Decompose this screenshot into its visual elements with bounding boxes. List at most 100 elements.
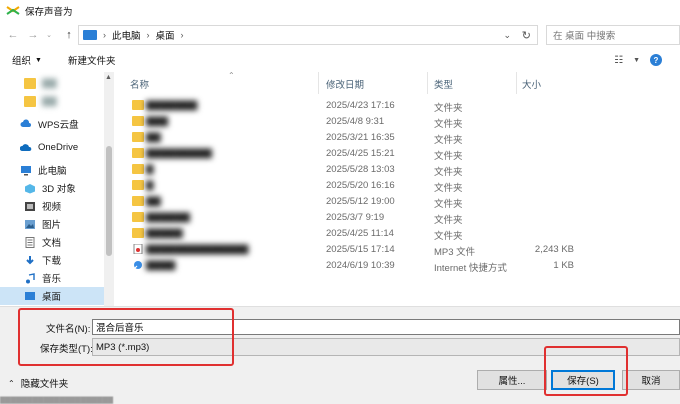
back-arrow-icon[interactable]: ← [6,28,20,42]
sidebar-item-label: 图片 [42,220,62,231]
sidebar-item-label: ▇▇ [42,95,57,107]
column-divider[interactable] [516,72,517,94]
filetype-select[interactable]: MP3 (*.mp3) [92,338,680,356]
file-type: 文件夹 [434,199,463,210]
scroll-up-arrow-icon[interactable]: ▲ [105,74,112,81]
sidebar-item-folder[interactable]: ▇▇ [0,92,104,110]
sidebar-item-videos[interactable]: 视频 [0,197,104,215]
column-header-row: ⌃ 名称 修改日期 类型 大小 [118,71,680,94]
properties-button[interactable]: 属性... [477,370,547,390]
file-row[interactable]: ▇▇▇ 2025/4/8 9:31 文件夹 [118,113,680,130]
file-type: 文件夹 [434,103,463,114]
sidebar-item-pictures[interactable]: 图片 [0,215,104,233]
file-date: 2025/5/15 17:14 [326,244,395,255]
sidebar-item-label: 视频 [42,202,62,213]
column-header-name[interactable]: 名称 [130,77,149,91]
file-row[interactable]: ▇▇▇▇▇▇▇ 2025/4/23 17:16 文件夹 [118,97,680,114]
breadcrumb-separator-icon: › [146,30,150,40]
folder-icon [24,95,36,107]
sidebar-item-documents[interactable]: 文档 [0,233,104,251]
address-history-chevron-icon[interactable]: ⌄ [503,30,511,41]
file-date: 2025/4/8 9:31 [326,116,385,127]
file-row[interactable]: ▇▇ 2025/3/21 16:35 文件夹 [118,129,680,146]
breadcrumb-item-this-pc[interactable]: 此电脑 [112,28,141,42]
breadcrumb-separator-icon: › [103,30,106,40]
hide-folders-button[interactable]: ⌃ 隐藏文件夹 [8,376,69,391]
file-type: MP3 文件 [434,247,476,258]
file-name: ▇▇ [146,196,161,207]
column-divider[interactable] [427,72,428,94]
column-header-size[interactable]: 大小 [522,77,541,91]
organize-button[interactable]: 组织 ▼ [12,53,42,67]
mp3-file-icon [133,244,143,254]
view-options-caret-icon[interactable]: ▼ [633,57,640,64]
folder-icon [132,212,144,222]
sidebar-item-desktop[interactable]: 桌面 [0,287,104,305]
chevron-up-icon: ⌃ [8,378,15,388]
save-button[interactable]: 保存(S) [551,370,615,390]
column-header-type[interactable]: 类型 [434,77,453,91]
scrollbar-thumb[interactable] [106,146,112,256]
file-row[interactable]: ▇▇▇▇▇ 2025/4/25 11:14 文件夹 [118,225,680,242]
cancel-button[interactable]: 取消 [622,370,680,390]
sidebar-item-label: 3D 对象 [42,184,76,195]
file-name: ▇▇▇▇▇▇▇▇▇ [146,148,212,159]
file-row[interactable]: ▇▇ 2025/5/12 19:00 文件夹 [118,193,680,210]
file-name: ▇▇▇ [146,116,168,127]
column-divider[interactable] [318,72,319,94]
sidebar-item-label: 桌面 [42,292,62,303]
file-type: 文件夹 [434,119,463,130]
hide-folders-label: 隐藏文件夹 [20,379,69,390]
file-row[interactable]: ▇ 2025/5/20 16:16 文件夹 [118,177,680,194]
file-date: 2025/3/21 16:35 [326,132,395,143]
shortcut-icon [133,261,142,270]
file-name: ▇▇▇▇▇▇▇▇▇▇▇▇▇▇ [146,244,249,255]
filetype-label: 保存类型(T): [40,344,93,355]
file-name: ▇▇▇▇▇▇▇ [146,100,198,111]
breadcrumb-item-desktop[interactable]: 桌面 [156,28,175,42]
sidebar-item-3d-objects[interactable]: 3D 对象 [0,179,104,197]
view-options-icon[interactable]: ☷ [614,55,623,66]
new-folder-button[interactable]: 新建文件夹 [68,53,116,67]
folder-icon [132,132,144,142]
sidebar-scrollbar[interactable]: ▲ [104,72,114,306]
window-title: 保存声音为 [25,7,73,18]
file-date: 2024/6/19 10:39 [326,260,395,271]
file-row[interactable]: ▇▇▇▇▇▇▇▇▇▇▇▇▇▇ 2025/5/15 17:14 MP3 文件 2,… [118,241,680,258]
sidebar-item-label: 此电脑 [38,166,67,177]
sidebar-item-wps-cloud[interactable]: WPS云盘 [0,115,104,133]
column-header-date[interactable]: 修改日期 [326,77,364,91]
file-row[interactable]: ▇▇▇▇ 2024/6/19 10:39 Internet 快捷方式 1 KB [118,257,680,274]
file-type: 文件夹 [434,183,463,194]
file-type: 文件夹 [434,231,463,242]
sidebar-item-downloads[interactable]: 下载 [0,251,104,269]
file-name: ▇ [146,164,154,175]
forward-arrow-icon[interactable]: → [26,28,40,42]
file-name: ▇▇▇▇ [146,260,176,271]
3d-objects-icon [25,183,35,193]
file-row[interactable]: ▇▇▇▇▇▇▇▇▇ 2025/4/25 15:21 文件夹 [118,145,680,162]
folder-icon [132,148,144,158]
up-arrow-icon[interactable]: ↑ [62,28,76,42]
folder-icon [132,164,144,174]
recent-locations-chevron-icon[interactable]: ⌄ [42,28,56,42]
sidebar-item-label: 文档 [42,238,62,249]
download-icon [26,255,34,264]
sidebar-item-onedrive[interactable]: OneDrive [0,138,104,156]
sidebar-item-folder[interactable]: ▇▇ [0,74,104,92]
refresh-icon[interactable]: ↻ [522,29,531,42]
filename-input[interactable] [92,319,680,335]
file-name: ▇ [146,180,154,191]
file-type: 文件夹 [434,215,463,226]
file-row[interactable]: ▇▇▇▇▇▇ 2025/3/7 9:19 文件夹 [118,209,680,226]
file-row[interactable]: ▇ 2025/5/28 13:03 文件夹 [118,161,680,178]
file-date: 2025/3/7 9:19 [326,212,385,223]
help-icon[interactable]: ? [650,54,662,66]
search-input[interactable]: 在 桌面 中搜索 [546,25,680,45]
address-bar[interactable]: › 此电脑 › 桌面 › ⌄ ↻ [78,25,538,45]
filetype-value: MP3 (*.mp3) [96,341,150,353]
sidebar-item-music[interactable]: 音乐 [0,269,104,287]
file-date: 2025/5/12 19:00 [326,196,395,207]
sidebar-item-this-pc[interactable]: 此电脑 [0,161,104,179]
video-icon [25,201,35,211]
